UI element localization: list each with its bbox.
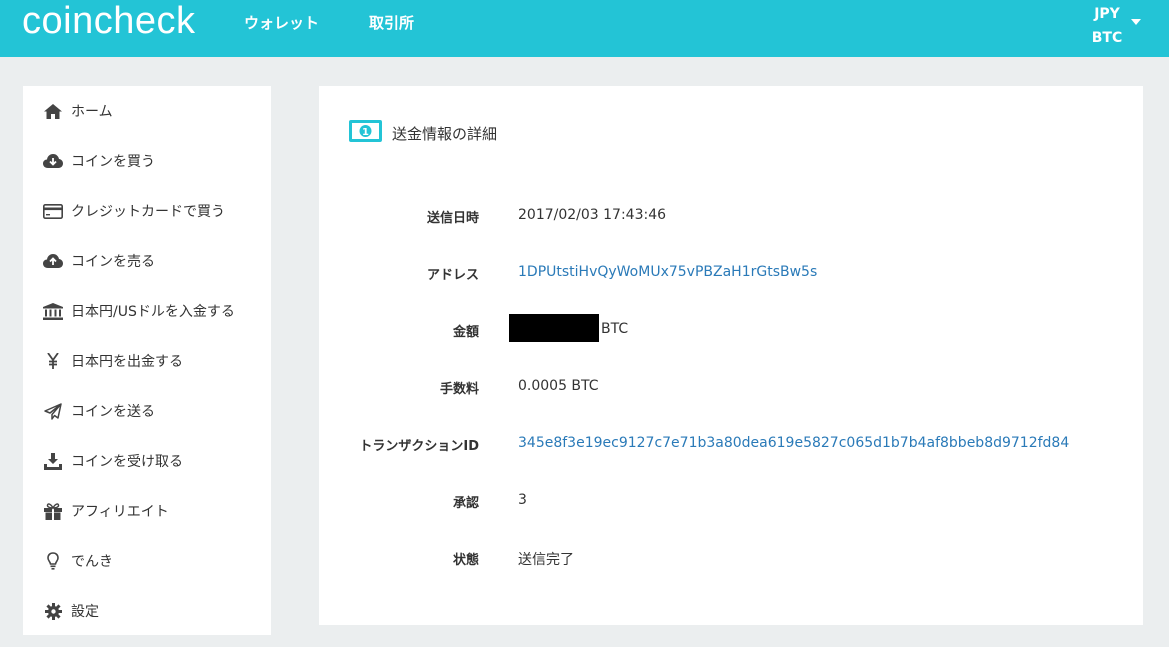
currency-btc: BTC xyxy=(1091,30,1123,46)
detail-value: 3 xyxy=(518,492,527,508)
sidebar-item-label: コインを受け取る xyxy=(71,454,183,470)
gear-icon xyxy=(42,601,64,621)
transaction-id-link[interactable]: 345e8f3e19ec9127c7e71b3a80dea619e5827c06… xyxy=(518,435,1069,451)
detail-label: 承認 xyxy=(452,496,479,511)
caret-down-icon xyxy=(1131,19,1141,25)
detail-label: 状態 xyxy=(452,553,479,568)
sidebar-item-label: ホーム xyxy=(71,104,113,120)
detail-row-status: 状態 送信完了 xyxy=(319,549,1143,571)
detail-value: BTC xyxy=(601,321,629,337)
detail-value: 2017/02/03 17:43:46 xyxy=(518,207,667,223)
detail-label: トランザクションID xyxy=(359,439,479,454)
sidebar: ホーム コインを買う クレジットカードで買う コインを売る 日本円/USドルを入… xyxy=(23,86,271,635)
nav-exchange[interactable]: 取引所 xyxy=(369,12,414,33)
nav-wallet[interactable]: ウォレット xyxy=(244,12,319,33)
sidebar-item-label: 日本円を出金する xyxy=(71,354,183,370)
coincheck-logo[interactable]: coincheck xyxy=(22,0,195,42)
home-icon xyxy=(42,101,64,121)
sidebar-item-label: アフィリエイト xyxy=(71,504,169,520)
sidebar-item-send-coin[interactable]: コインを送る xyxy=(23,386,271,436)
sidebar-item-home[interactable]: ホーム xyxy=(23,86,271,136)
redacted-amount xyxy=(509,314,599,342)
sidebar-item-label: クレジットカードで買う xyxy=(71,204,225,220)
panel-header: 1 送金情報の詳細 xyxy=(349,120,497,146)
detail-label: 送信日時 xyxy=(426,211,479,226)
top-header: coincheck ウォレット 取引所 JPY BTC xyxy=(0,0,1169,57)
address-link[interactable]: 1DPUtstiHvQyWoMUx75vPBZaH1rGtsBw5s xyxy=(518,264,817,280)
detail-row-confirmations: 承認 3 xyxy=(319,492,1143,514)
sidebar-item-label: コインを売る xyxy=(71,254,155,270)
svg-text:1: 1 xyxy=(362,127,369,138)
panel-title: 送金情報の詳細 xyxy=(392,124,498,143)
detail-row-fee: 手数料 0.0005 BTC xyxy=(319,378,1143,400)
currency-selector[interactable]: JPY BTC xyxy=(1090,2,1150,50)
cloud-upload-icon xyxy=(42,251,64,271)
download-icon xyxy=(42,451,64,471)
sidebar-item-deposit[interactable]: 日本円/USドルを入金する xyxy=(23,286,271,336)
detail-row-address: アドレス 1DPUtstiHvQyWoMUx75vPBZaH1rGtsBw5s xyxy=(319,264,1143,286)
detail-value: 0.0005 BTC xyxy=(518,378,599,394)
sidebar-item-credit-card[interactable]: クレジットカードで買う xyxy=(23,186,271,236)
sidebar-item-electricity[interactable]: でんき xyxy=(23,536,271,586)
sidebar-item-label: 日本円/USドルを入金する xyxy=(71,304,235,320)
sidebar-item-label: コインを買う xyxy=(71,154,155,170)
sidebar-item-label: でんき xyxy=(71,554,113,570)
detail-label: 手数料 xyxy=(439,382,479,397)
sidebar-item-label: コインを送る xyxy=(71,404,155,420)
sidebar-item-withdraw[interactable]: 日本円を出金する xyxy=(23,336,271,386)
detail-row-amount: 金額 BTC xyxy=(319,314,1143,343)
gift-icon xyxy=(42,501,64,521)
paper-plane-icon xyxy=(42,401,64,421)
sidebar-item-settings[interactable]: 設定 xyxy=(23,586,271,636)
sidebar-item-receive-coin[interactable]: コインを受け取る xyxy=(23,436,271,486)
sidebar-item-sell-coin[interactable]: コインを売る xyxy=(23,236,271,286)
currency-jpy: JPY xyxy=(1094,6,1120,22)
credit-card-icon xyxy=(42,201,64,221)
sidebar-item-affiliate[interactable]: アフィリエイト xyxy=(23,486,271,536)
transfer-detail-panel: 1 送金情報の詳細 送信日時 2017/02/03 17:43:46 アドレス … xyxy=(319,86,1143,625)
cloud-download-icon xyxy=(42,151,64,171)
detail-value: 送信完了 xyxy=(518,552,574,568)
sidebar-item-label: 設定 xyxy=(71,604,99,620)
detail-row-transaction-id: トランザクションID 345e8f3e19ec9127c7e71b3a80dea… xyxy=(319,435,1143,457)
yen-icon xyxy=(42,351,64,371)
lightbulb-icon xyxy=(42,551,64,571)
detail-label: 金額 xyxy=(452,325,479,340)
money-bill-icon: 1 xyxy=(349,120,382,146)
detail-label: アドレス xyxy=(426,268,479,283)
bank-icon xyxy=(42,301,64,321)
detail-row-sent-time: 送信日時 2017/02/03 17:43:46 xyxy=(319,207,1143,229)
sidebar-item-buy-coin[interactable]: コインを買う xyxy=(23,136,271,186)
